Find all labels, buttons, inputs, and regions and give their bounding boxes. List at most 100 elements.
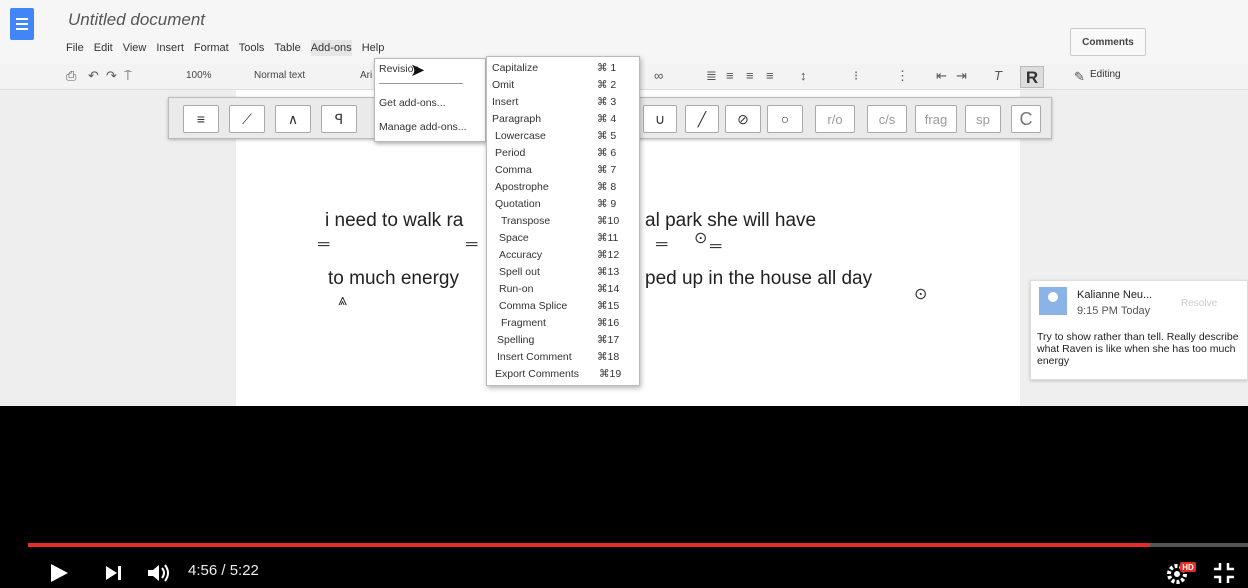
doc-line2-end: ped up in the house all day: [645, 268, 873, 289]
align-right-icon[interactable]: ≡: [746, 68, 754, 83]
font-select[interactable]: Ari: [360, 70, 372, 81]
rev-slash-button[interactable]: ╱: [685, 105, 719, 133]
menu-view[interactable]: View: [123, 40, 147, 56]
google-docs-window: Untitled document File Edit View Insert …: [0, 0, 1248, 406]
menu-item-capitalize[interactable]: Capitalize ⌘ 1: [487, 60, 639, 77]
video-player-controls: 4:56 / 5:22 HD: [0, 406, 1248, 588]
rev-spelling-button[interactable]: sp: [965, 105, 1001, 133]
menu-tools[interactable]: Tools: [239, 40, 265, 56]
style-select[interactable]: Normal text: [254, 70, 305, 81]
menu-item-omit[interactable]: Omit ⌘ 2: [487, 77, 639, 94]
menu-item-lowercase[interactable]: Lowercase ⌘ 5: [487, 128, 639, 145]
doc-line2-start: to much energy: [328, 268, 459, 289]
hd-badge: HD: [1182, 563, 1194, 572]
rev-comma-splice-button[interactable]: c/s: [867, 105, 907, 133]
print-icon[interactable]: ⎙: [66, 68, 76, 84]
avatar: [1039, 287, 1067, 315]
increase-indent-icon[interactable]: ⇥: [956, 68, 967, 84]
comments-button[interactable]: Comments: [1070, 28, 1146, 56]
menu-item-accuracy[interactable]: Accuracy ⌘12: [487, 247, 639, 264]
menu-item-apostrophe[interactable]: Apostrophe ⌘ 8: [487, 179, 639, 196]
capitalize-mark-icon: ═: [710, 238, 722, 255]
docs-logo-icon[interactable]: [10, 8, 34, 40]
time-display: 4:56 / 5:22: [188, 562, 259, 579]
play-icon[interactable]: [48, 562, 70, 584]
menu-item-spell-out[interactable]: Spell out ⌘13: [487, 264, 639, 281]
menu-item-comma[interactable]: Comma ⌘ 7: [487, 162, 639, 179]
menu-item-space[interactable]: Space ⌘11: [487, 230, 639, 247]
comment-time: 9:15 PM Today: [1077, 305, 1151, 317]
comment-text: Try to show rather than tell. Really des…: [1037, 331, 1239, 367]
paint-format-icon[interactable]: ⍑: [124, 68, 132, 84]
align-center-icon[interactable]: ≡: [726, 68, 734, 83]
rev-omit-button[interactable]: ⟋: [229, 105, 265, 133]
clear-formatting-icon[interactable]: T: [994, 68, 1002, 83]
revision-submenu: Capitalize ⌘ 1 Omit ⌘ 2 Insert ⌘ 3 Paragrap…: [486, 56, 640, 386]
menu-item-export-comments[interactable]: Export Comments ⌘19: [487, 366, 639, 383]
menu-item-insert[interactable]: Insert ⌘ 3: [487, 94, 639, 111]
editing-mode[interactable]: Editing: [1090, 69, 1121, 80]
menu-item-get-addons[interactable]: Get add-ons...: [379, 97, 446, 109]
period-mark-icon: ⊙: [694, 230, 708, 247]
pencil-icon: ✎: [1074, 69, 1085, 84]
redo-icon[interactable]: ↷: [106, 68, 117, 84]
rev-circle-slash-button[interactable]: ⊘: [725, 105, 761, 133]
menu-help[interactable]: Help: [362, 40, 385, 56]
next-icon[interactable]: [104, 564, 124, 582]
line-spacing-icon[interactable]: ↕: [800, 68, 807, 83]
addons-dropdown: Revision Get add-ons... Manage add-ons..…: [374, 58, 486, 142]
menu-item-comma-splice[interactable]: Comma Splice ⌘15: [487, 298, 639, 315]
menu-table[interactable]: Table: [274, 40, 300, 56]
comment-author: Kalianne Neu...: [1077, 289, 1153, 301]
numbered-list-icon[interactable]: ⁝: [854, 68, 858, 84]
menu-item-insert-comment[interactable]: Insert Comment ⌘18: [487, 349, 639, 366]
rev-insert-button[interactable]: ∧: [275, 105, 311, 133]
capitalize-mark-icon: ═: [318, 236, 330, 253]
menu-item-manage-addons[interactable]: Manage add-ons...: [379, 121, 467, 133]
capitalize-mark-icon: ═: [656, 236, 668, 253]
menu-item-run-on[interactable]: Run-on ⌘14: [487, 281, 639, 298]
progress-bar[interactable]: [28, 543, 1248, 547]
menu-item-period[interactable]: Period ⌘ 6: [487, 145, 639, 162]
menu-format[interactable]: Format: [194, 40, 229, 56]
video-frame: Untitled document File Edit View Insert …: [0, 0, 1248, 588]
zoom-select[interactable]: 100%: [186, 70, 212, 81]
document-title[interactable]: Untitled document: [68, 10, 205, 30]
rev-circle-button[interactable]: ○: [767, 105, 803, 133]
link-icon[interactable]: ∞: [654, 68, 663, 83]
revision-r-button[interactable]: R: [1020, 66, 1044, 88]
volume-icon[interactable]: [146, 562, 172, 584]
menu-file[interactable]: File: [66, 40, 84, 56]
settings-gear-icon[interactable]: HD: [1166, 560, 1196, 586]
menu-item-transpose[interactable]: Transpose ⌘10: [487, 213, 639, 230]
rev-run-on-button[interactable]: r/o: [815, 105, 855, 133]
comment-card[interactable]: Kalianne Neu... 9:15 PM Today Resolve Tr…: [1030, 280, 1248, 380]
decrease-indent-icon[interactable]: ⇤: [936, 68, 947, 84]
menu-item-quotation[interactable]: Quotation ⌘ 9: [487, 196, 639, 213]
menu-addons[interactable]: Add-ons: [310, 40, 352, 56]
bulleted-list-icon[interactable]: ⋮: [896, 68, 909, 84]
insert-mark-icon: ⩓: [338, 292, 348, 309]
menu-bar: File Edit View Insert Format Tools Table…: [66, 40, 384, 56]
period-mark-icon: ⊙: [914, 286, 928, 303]
rev-comment-button[interactable]: C: [1011, 105, 1041, 133]
menu-item-fragment[interactable]: Fragment ⌘16: [487, 315, 639, 332]
justify-icon[interactable]: ≡: [766, 68, 774, 83]
menu-item-spelling[interactable]: Spelling ⌘17: [487, 332, 639, 349]
doc-header: Untitled document File Edit View Insert …: [0, 0, 1248, 64]
rev-fragment-button[interactable]: frag: [915, 105, 957, 133]
menu-item-paragraph[interactable]: Paragraph ⌘ 4: [487, 111, 639, 128]
progress-played: [28, 543, 1151, 547]
rev-space-button[interactable]: ∪: [643, 105, 677, 133]
resolve-button[interactable]: Resolve: [1181, 298, 1217, 309]
doc-line1-start: i need to walk ra: [325, 210, 464, 231]
menu-edit[interactable]: Edit: [94, 40, 113, 56]
align-left-icon[interactable]: ≣: [706, 68, 717, 84]
undo-icon[interactable]: ↶: [88, 68, 99, 84]
exit-fullscreen-icon[interactable]: [1212, 562, 1236, 584]
mouse-cursor-icon: ➤: [410, 60, 426, 80]
rev-capitalize-button[interactable]: ≡: [183, 105, 219, 133]
doc-line1-end: al park she will have: [645, 210, 817, 231]
rev-paragraph-button[interactable]: ꟼ: [321, 105, 357, 133]
menu-insert[interactable]: Insert: [156, 40, 184, 56]
